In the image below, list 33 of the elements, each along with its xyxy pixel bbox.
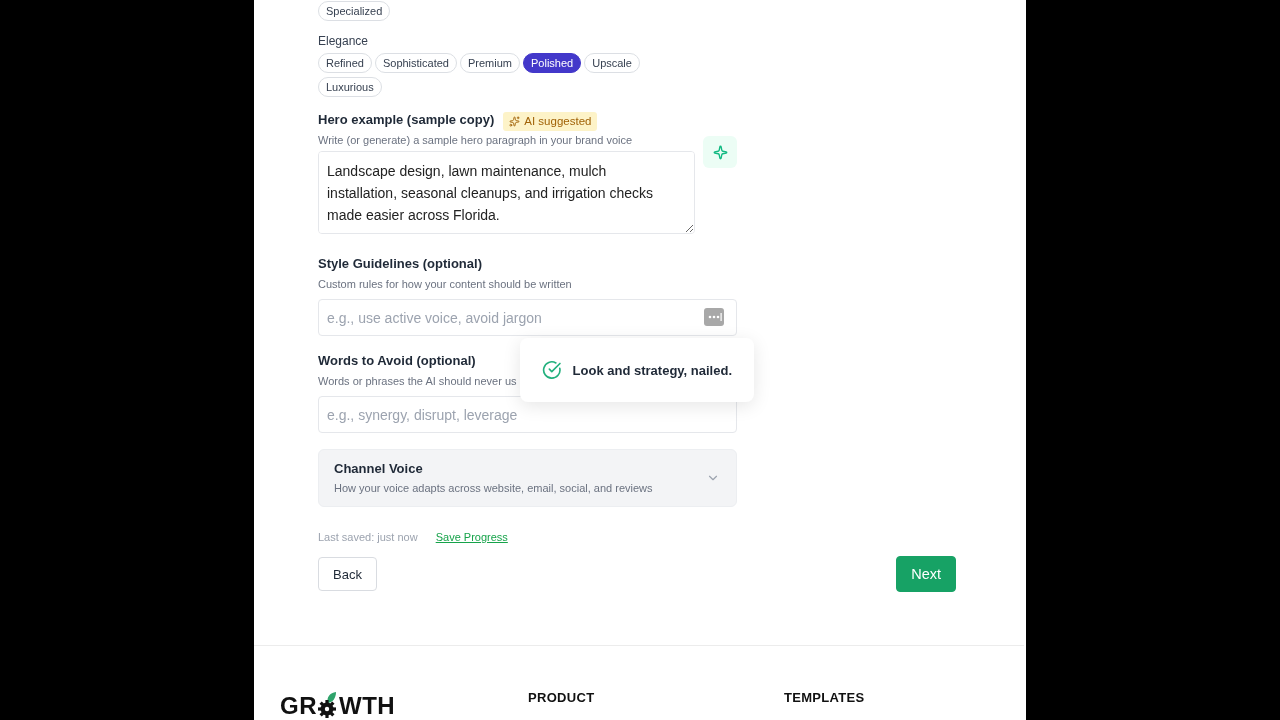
footer-heading: PRODUCT: [528, 690, 595, 706]
back-button[interactable]: Back: [318, 557, 377, 591]
field-label: Words to Avoid (optional): [318, 353, 476, 369]
field-description: Custom rules for how your content should be written: [318, 277, 572, 291]
tone-chip[interactable]: Upscale: [584, 53, 640, 73]
footer-heading: TEMPLATES: [784, 690, 865, 706]
hero-textarea[interactable]: Landscape design, lawn maintenance, mulch installation, seasonal cleanups, and irrigation checks made easier across Florida.: [318, 151, 695, 234]
text-input[interactable]: e.g., synergy, disrupt, leverage: [318, 396, 737, 433]
tone-chip[interactable]: Luxurious: [318, 77, 382, 97]
dots-icon: [704, 308, 724, 326]
field-label: Style Guidelines (optional): [318, 256, 482, 272]
generate-button[interactable]: [703, 136, 737, 168]
logo-text: GR: [280, 694, 317, 718]
save-progress-link[interactable]: Save Progress: [435, 530, 508, 544]
field-description: Words or phrases the AI should never us: [318, 374, 517, 388]
toast-message: Look and strategy, nailed.: [572, 362, 732, 378]
tone-chip[interactable]: Premium: [459, 53, 520, 73]
accordion-description: How your voice adapts across website, email, social, and reviews: [334, 481, 653, 495]
tone-chip[interactable]: Refined: [318, 53, 372, 73]
logo-text: WTH: [339, 694, 396, 718]
tone-chip[interactable]: Sophisticated: [374, 53, 457, 73]
sparkles-icon: [509, 116, 521, 127]
accordion-title: Channel Voice: [334, 461, 423, 477]
tag-text: AI suggested: [524, 114, 592, 129]
sparkle-icon: [712, 144, 728, 160]
last-saved-text: Last saved: just now: [318, 530, 418, 544]
field-label: Hero example (sample copy): [318, 112, 495, 128]
text-input[interactable]: e.g., use active voice, avoid jargon: [318, 299, 737, 336]
group-label: Elegance: [318, 33, 369, 49]
tone-chip[interactable]: Specialized: [318, 1, 391, 21]
tone-chip[interactable]: Polished: [523, 53, 582, 73]
field-description: Write (or generate) a sample hero paragraph in your brand voice: [318, 133, 633, 147]
channel-voice-accordion[interactable]: Channel Voice How your voice adapts across website, email, social, and reviews: [318, 449, 737, 507]
